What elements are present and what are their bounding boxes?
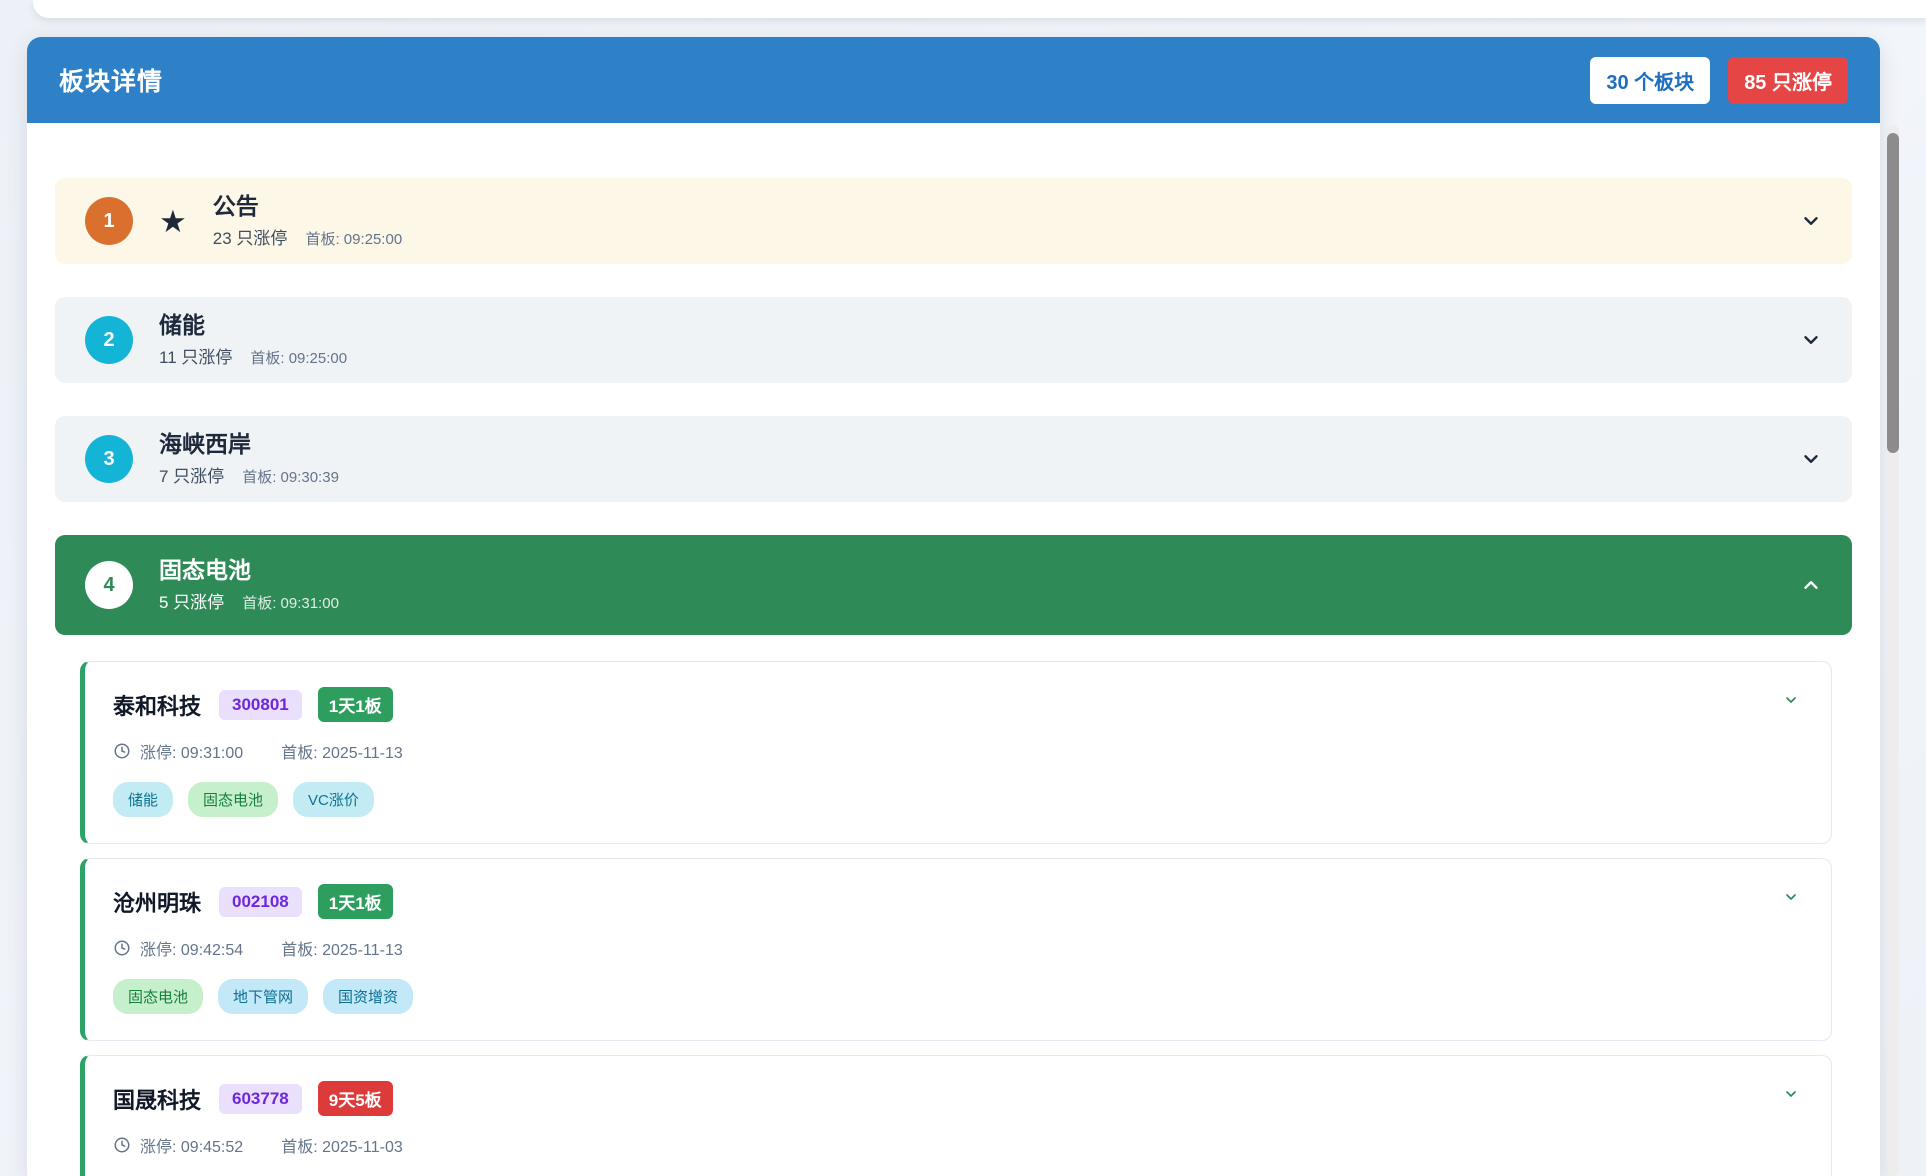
panel-header: 板块详情 30 个板块 85 只涨停: [27, 37, 1880, 123]
sector-first-board-time: 首板: 09:25:00: [250, 347, 347, 368]
stock-card-cangzhou[interactable]: 沧州明珠 002108 1天1板 涨停: 09:42:54 首板: 2025-1…: [80, 858, 1832, 1041]
rank-badge: 3: [85, 435, 133, 483]
chevron-down-icon[interactable]: [1800, 448, 1822, 470]
concept-tag: 固态电池: [113, 979, 203, 1014]
stock-code-badge: 300801: [219, 690, 302, 720]
page-title: 板块详情: [59, 62, 163, 98]
star-icon: ★: [159, 206, 187, 237]
clock-icon: [113, 1136, 131, 1154]
first-board-date: 首板: 2025-11-13: [281, 936, 403, 960]
concept-tag: 地下管网: [218, 979, 308, 1014]
scrollbar-thumb[interactable]: [1887, 133, 1899, 453]
stock-tags: 固态电池 地下管网 国资增资: [113, 979, 1801, 1014]
scrollbar-track[interactable]: [1887, 125, 1899, 1176]
concept-tag: 储能: [113, 782, 173, 817]
stock-name: 国晟科技: [113, 1083, 201, 1115]
sector-limitup-count: 5 只涨停: [159, 588, 224, 613]
sector-name: 公告: [213, 193, 402, 219]
previous-card-edge: [33, 0, 1926, 18]
sector-info: 储能 11 只涨停 首板: 09:25:00: [159, 312, 347, 368]
clock-icon: [113, 939, 131, 957]
sector-list: 1 ★ 公告 23 只涨停 首板: 09:25:00 2 储能 11 只涨停 首…: [27, 123, 1880, 1176]
sector-limitup-count: 23 只涨停: [213, 224, 288, 249]
sector-detail-panel: 板块详情 30 个板块 85 只涨停 1 ★ 公告 23 只涨停 首板: 09:…: [27, 37, 1880, 1176]
chevron-down-icon[interactable]: [1783, 692, 1799, 708]
sector-first-board-time: 首板: 09:30:39: [242, 466, 339, 487]
sector-name: 储能: [159, 312, 347, 338]
rank-badge: 1: [85, 197, 133, 245]
sector-name: 海峡西岸: [159, 431, 339, 457]
sector-row-gutai-dianchi[interactable]: 4 固态电池 5 只涨停 首板: 09:31:00: [55, 535, 1852, 635]
stock-card-guosheng[interactable]: 国晟科技 603778 9天5板 涨停: 09:45:52 首板: 2025-1…: [80, 1055, 1832, 1176]
limitup-time: 涨停: 09:45:52: [140, 1133, 243, 1157]
sector-info: 公告 23 只涨停 首板: 09:25:00: [213, 193, 402, 249]
sector-limitup-count: 11 只涨停: [159, 343, 232, 368]
sector-first-board-time: 首板: 09:31:00: [242, 592, 339, 613]
concept-tag: 固态电池: [188, 782, 278, 817]
streak-badge: 9天5板: [318, 1081, 393, 1116]
chevron-down-icon[interactable]: [1800, 210, 1822, 232]
chevron-down-icon[interactable]: [1783, 889, 1799, 905]
sector-info: 固态电池 5 只涨停 首板: 09:31:00: [159, 557, 339, 613]
sector-row-haixia[interactable]: 3 海峡西岸 7 只涨停 首板: 09:30:39: [55, 416, 1852, 502]
stock-tags: 储能 固态电池 VC涨价: [113, 782, 1801, 817]
sector-row-gonggao[interactable]: 1 ★ 公告 23 只涨停 首板: 09:25:00: [55, 178, 1852, 264]
first-board-date: 首板: 2025-11-03: [281, 1133, 403, 1157]
sector-limitup-count: 7 只涨停: [159, 462, 224, 487]
sector-info: 海峡西岸 7 只涨停 首板: 09:30:39: [159, 431, 339, 487]
concept-tag: 国资增资: [323, 979, 413, 1014]
sector-count-badge: 30 个板块: [1590, 57, 1710, 104]
chevron-down-icon[interactable]: [1783, 1086, 1799, 1102]
stock-list: 泰和科技 300801 1天1板 涨停: 09:31:00 首板: 2025-1…: [80, 661, 1832, 1176]
header-badges: 30 个板块 85 只涨停: [1590, 57, 1848, 104]
sector-row-chuneng[interactable]: 2 储能 11 只涨停 首板: 09:25:00: [55, 297, 1852, 383]
sector-first-board-time: 首板: 09:25:00: [305, 228, 402, 249]
rank-badge: 2: [85, 316, 133, 364]
limitup-time: 涨停: 09:31:00: [140, 739, 243, 763]
stock-code-badge: 603778: [219, 1084, 302, 1114]
chevron-up-icon[interactable]: [1800, 574, 1822, 596]
clock-icon: [113, 742, 131, 760]
rank-badge: 4: [85, 561, 133, 609]
streak-badge: 1天1板: [318, 884, 393, 919]
chevron-down-icon[interactable]: [1800, 329, 1822, 351]
stock-card-taihe[interactable]: 泰和科技 300801 1天1板 涨停: 09:31:00 首板: 2025-1…: [80, 661, 1832, 844]
stock-name: 泰和科技: [113, 689, 201, 721]
stock-code-badge: 002108: [219, 887, 302, 917]
sector-name: 固态电池: [159, 557, 339, 583]
limitup-time: 涨停: 09:42:54: [140, 936, 243, 960]
streak-badge: 1天1板: [318, 687, 393, 722]
first-board-date: 首板: 2025-11-13: [281, 739, 403, 763]
limitup-count-badge: 85 只涨停: [1728, 57, 1848, 104]
stock-name: 沧州明珠: [113, 886, 201, 918]
concept-tag: VC涨价: [293, 782, 374, 817]
